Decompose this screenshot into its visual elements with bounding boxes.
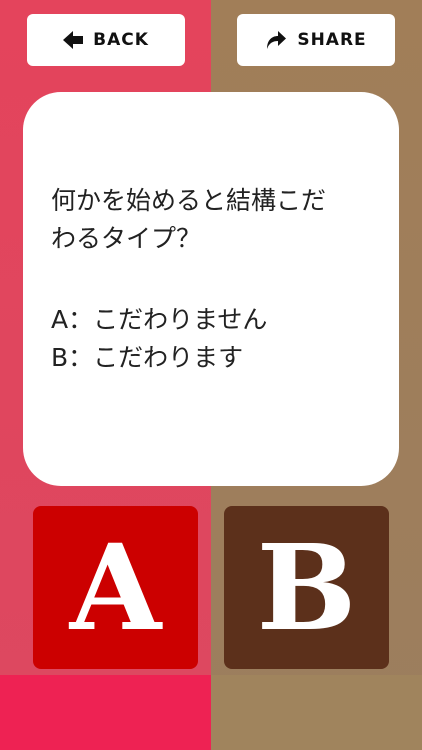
question-spacer (51, 258, 381, 301)
question-line-1: 何かを始めると結構こだ (51, 186, 327, 215)
answer-a-label: A (69, 518, 162, 657)
answer-b-button[interactable]: B (224, 506, 389, 669)
share-arrow-icon (265, 30, 287, 50)
question-card: 何かを始めると結構こだ わるタイプ？ A：こだわりません B：こだわります (23, 92, 399, 486)
back-button-label: BACK (93, 30, 149, 50)
back-button[interactable]: BACK (27, 14, 185, 66)
question-text: 何かを始めると結構こだ わるタイプ？ A：こだわりません B：こだわります (51, 182, 381, 377)
answer-b-label: B (256, 518, 357, 657)
share-button[interactable]: SHARE (237, 14, 395, 66)
option-b-text: B：こだわります (51, 343, 244, 372)
share-button-label: SHARE (297, 30, 367, 50)
answer-a-button[interactable]: A (33, 506, 198, 669)
bottom-left-bar (0, 675, 211, 750)
option-a-text: A：こだわりません (51, 305, 268, 334)
arrow-left-icon (63, 31, 84, 49)
question-line-2: わるタイプ？ (51, 224, 202, 253)
bottom-right-bar (211, 675, 422, 750)
